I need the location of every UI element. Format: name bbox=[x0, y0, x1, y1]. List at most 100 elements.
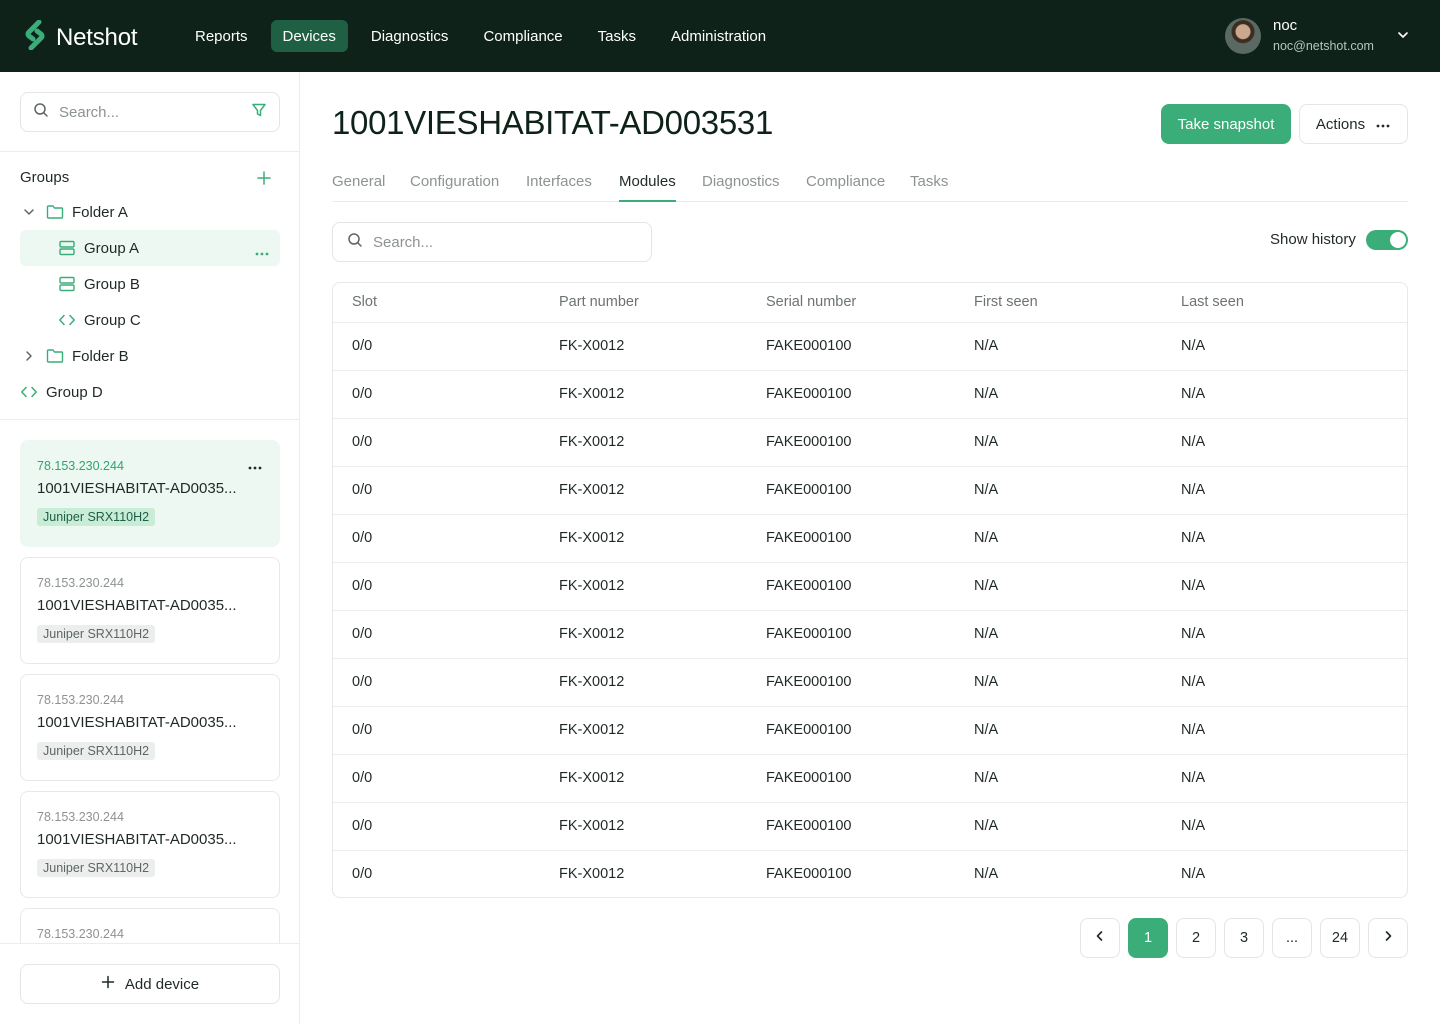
folder-icon bbox=[46, 203, 64, 221]
nav-reports[interactable]: Reports bbox=[183, 20, 260, 52]
device-card[interactable]: 78.153.230.244 1001VIESHABITAT-AD0035...… bbox=[20, 674, 280, 781]
table-row[interactable]: 0/0 FK-X0012 FAKE000100 N/A N/A bbox=[333, 323, 1407, 371]
cell-first-seen: N/A bbox=[974, 434, 999, 450]
cell-serial-number: FAKE000100 bbox=[766, 338, 852, 354]
cell-slot: 0/0 bbox=[352, 482, 373, 498]
page-button-1[interactable]: 1 bbox=[1128, 918, 1168, 958]
cell-slot: 0/0 bbox=[352, 818, 373, 834]
device-name: 1001VIESHABITAT-AD0035... bbox=[37, 831, 237, 848]
cell-last-seen: N/A bbox=[1181, 338, 1206, 354]
table-row[interactable]: 0/0 FK-X0012 FAKE000100 N/A N/A bbox=[333, 659, 1407, 707]
tree-item-group-a[interactable]: Group A bbox=[20, 230, 280, 266]
top-bar: Netshot Reports Devices Diagnostics Comp… bbox=[0, 0, 1440, 72]
tree-item-folder-a[interactable]: Folder A bbox=[20, 194, 280, 230]
take-snapshot-button[interactable]: Take snapshot bbox=[1161, 104, 1291, 144]
modules-search[interactable]: Search... bbox=[332, 222, 652, 262]
nav-compliance[interactable]: Compliance bbox=[471, 20, 574, 52]
table-row[interactable]: 0/0 FK-X0012 FAKE000100 N/A N/A bbox=[333, 419, 1407, 467]
table-row[interactable]: 0/0 FK-X0012 FAKE000100 N/A N/A bbox=[333, 371, 1407, 419]
add-device-label: Add device bbox=[124, 975, 200, 993]
prev-page-button[interactable] bbox=[1080, 918, 1120, 958]
modules-table: Slot Part number Serial number First see… bbox=[332, 282, 1408, 898]
page-button-3[interactable]: 3 bbox=[1224, 918, 1264, 958]
table-row[interactable]: 0/0 FK-X0012 FAKE000100 N/A N/A bbox=[333, 755, 1407, 803]
column-header-serial-number[interactable]: Serial number bbox=[766, 294, 856, 310]
cell-first-seen: N/A bbox=[974, 386, 999, 402]
device-name: 1001VIESHABITAT-AD0035... bbox=[37, 597, 237, 614]
table-row[interactable]: 0/0 FK-X0012 FAKE000100 N/A N/A bbox=[333, 515, 1407, 563]
nav-devices[interactable]: Devices bbox=[270, 20, 348, 52]
column-header-first-seen[interactable]: First seen bbox=[974, 294, 1038, 310]
divider bbox=[0, 419, 299, 420]
cell-slot: 0/0 bbox=[352, 626, 373, 642]
cell-part-number: FK-X0012 bbox=[559, 338, 625, 354]
cell-first-seen: N/A bbox=[974, 626, 999, 642]
show-history-toggle[interactable] bbox=[1366, 230, 1408, 250]
next-page-button[interactable] bbox=[1368, 918, 1408, 958]
table-row[interactable]: 0/0 FK-X0012 FAKE000100 N/A N/A bbox=[333, 851, 1407, 897]
chevron-right-icon[interactable] bbox=[20, 347, 38, 365]
tree-item-label: Folder B bbox=[72, 347, 129, 365]
device-card[interactable]: 78.153.230.244 1001VIESHABITAT-AD0035...… bbox=[20, 440, 280, 547]
column-header-last-seen[interactable]: Last seen bbox=[1181, 294, 1244, 310]
table-row[interactable]: 0/0 FK-X0012 FAKE000100 N/A N/A bbox=[333, 611, 1407, 659]
cell-slot: 0/0 bbox=[352, 770, 373, 786]
tree-item-group-c[interactable]: Group C bbox=[20, 302, 280, 338]
nav-administration[interactable]: Administration bbox=[659, 20, 778, 52]
chevron-down-icon[interactable] bbox=[20, 203, 38, 221]
nav-tasks[interactable]: Tasks bbox=[586, 20, 648, 52]
page-button-2[interactable]: 2 bbox=[1176, 918, 1216, 958]
modules-search-input[interactable]: Search... bbox=[373, 234, 433, 251]
actions-button[interactable]: Actions bbox=[1299, 104, 1408, 144]
tab-modules[interactable]: Modules bbox=[619, 173, 676, 202]
tree-item-group-d[interactable]: Group D bbox=[20, 374, 280, 410]
tree-item-group-b[interactable]: Group B bbox=[20, 266, 280, 302]
tree-item-folder-b[interactable]: Folder B bbox=[20, 338, 280, 374]
cell-last-seen: N/A bbox=[1181, 818, 1206, 834]
cell-first-seen: N/A bbox=[974, 482, 999, 498]
nav-diagnostics[interactable]: Diagnostics bbox=[359, 20, 461, 52]
cell-serial-number: FAKE000100 bbox=[766, 674, 852, 690]
toggle-knob bbox=[1390, 232, 1406, 248]
table-header: Slot Part number Serial number First see… bbox=[333, 283, 1407, 323]
chevron-down-icon[interactable] bbox=[1395, 27, 1411, 43]
add-device-button[interactable]: Add device bbox=[20, 964, 280, 1004]
cell-part-number: FK-X0012 bbox=[559, 818, 625, 834]
column-header-slot[interactable]: Slot bbox=[352, 294, 377, 310]
table-row[interactable]: 0/0 FK-X0012 FAKE000100 N/A N/A bbox=[333, 563, 1407, 611]
sidebar: Search... Groups Folder A Group A Group … bbox=[0, 72, 300, 1024]
device-name: 1001VIESHABITAT-AD0035... bbox=[37, 480, 237, 497]
code-icon bbox=[58, 311, 76, 329]
cell-last-seen: N/A bbox=[1181, 386, 1206, 402]
sidebar-search-input[interactable]: Search... bbox=[59, 104, 251, 121]
brand[interactable]: Netshot bbox=[24, 19, 138, 55]
tab-general[interactable]: General bbox=[332, 173, 385, 202]
tab-interfaces[interactable]: Interfaces bbox=[526, 173, 592, 202]
more-icon[interactable] bbox=[254, 244, 270, 261]
tab-configuration[interactable]: Configuration bbox=[410, 173, 499, 202]
tree-item-label: Folder A bbox=[72, 203, 128, 221]
main-nav: Reports Devices Diagnostics Compliance T… bbox=[183, 20, 789, 52]
sidebar-search[interactable]: Search... bbox=[20, 92, 280, 132]
device-card[interactable]: 78.153.230.244 1001VIESHABITAT-AD0035...… bbox=[20, 791, 280, 898]
column-header-part-number[interactable]: Part number bbox=[559, 294, 639, 310]
device-card[interactable]: 78.153.230.244 1001VIESHABITAT-AD0035...… bbox=[20, 557, 280, 664]
filter-icon[interactable] bbox=[251, 102, 267, 123]
tab-compliance[interactable]: Compliance bbox=[806, 173, 885, 202]
page-button-24[interactable]: 24 bbox=[1320, 918, 1360, 958]
tab-diagnostics[interactable]: Diagnostics bbox=[702, 173, 780, 202]
tab-tasks[interactable]: Tasks bbox=[910, 173, 948, 202]
table-row[interactable]: 0/0 FK-X0012 FAKE000100 N/A N/A bbox=[333, 467, 1407, 515]
cell-first-seen: N/A bbox=[974, 770, 999, 786]
table-row[interactable]: 0/0 FK-X0012 FAKE000100 N/A N/A bbox=[333, 707, 1407, 755]
cell-part-number: FK-X0012 bbox=[559, 770, 625, 786]
add-group-icon[interactable] bbox=[256, 170, 272, 186]
user-menu[interactable]: noc noc@netshot.com bbox=[1225, 17, 1408, 54]
device-model-badge: Juniper SRX110H2 bbox=[37, 859, 156, 877]
more-icon[interactable] bbox=[247, 459, 263, 470]
tree-item-label: Group D bbox=[46, 383, 103, 401]
tree-item-label: Group A bbox=[84, 239, 140, 257]
server-icon bbox=[58, 275, 76, 293]
table-row[interactable]: 0/0 FK-X0012 FAKE000100 N/A N/A bbox=[333, 803, 1407, 851]
cell-last-seen: N/A bbox=[1181, 770, 1206, 786]
